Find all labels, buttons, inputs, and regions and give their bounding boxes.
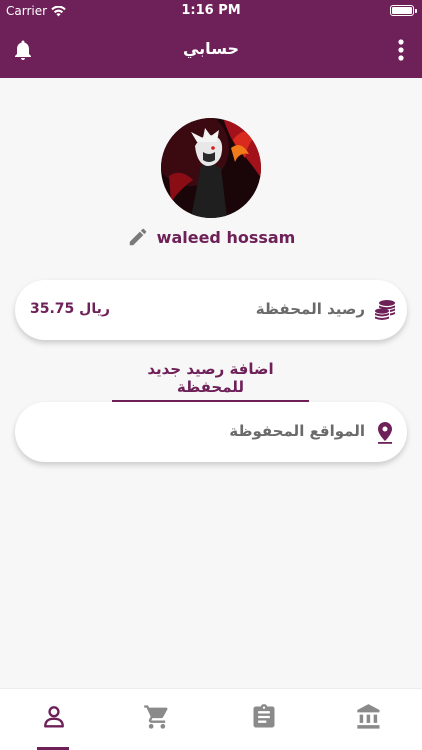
- wallet-balance-label: رصيد المحفظة: [255, 300, 365, 318]
- saved-locations-card[interactable]: المواقع المحفوظة: [15, 402, 407, 462]
- status-bar: Carrier 1:16 PM: [0, 0, 422, 22]
- tab-account-person-icon[interactable]: [40, 703, 68, 731]
- add-balance-link[interactable]: اضافة رصيد جديد للمحفظة: [112, 360, 309, 402]
- avatar-image: [161, 118, 261, 218]
- profile-name: waleed hossam: [156, 227, 296, 247]
- tab-bank-icon[interactable]: [355, 703, 383, 731]
- battery-icon: [390, 5, 417, 16]
- wallet-balance-card[interactable]: رصيد المحفظة 35.75 ريال: [15, 280, 407, 340]
- saved-locations-label: المواقع المحفوظة: [229, 422, 365, 440]
- status-time: 1:16 PM: [181, 3, 241, 18]
- edit-icon[interactable]: [127, 226, 149, 248]
- page-title: حسابي: [182, 39, 239, 58]
- bottom-tab-bar: [0, 688, 422, 750]
- tab-cart-icon[interactable]: [143, 703, 171, 731]
- location-pin-icon: [378, 422, 392, 444]
- app-bar: حسابي: [0, 22, 422, 78]
- avatar[interactable]: [161, 118, 261, 218]
- coins-icon: [375, 300, 395, 320]
- more-vert-icon[interactable]: [397, 38, 405, 62]
- profile-name-row: waleed hossam: [0, 226, 422, 248]
- tab-orders-clipboard-icon[interactable]: [250, 703, 278, 731]
- wallet-balance-amount: 35.75 ريال: [30, 301, 110, 317]
